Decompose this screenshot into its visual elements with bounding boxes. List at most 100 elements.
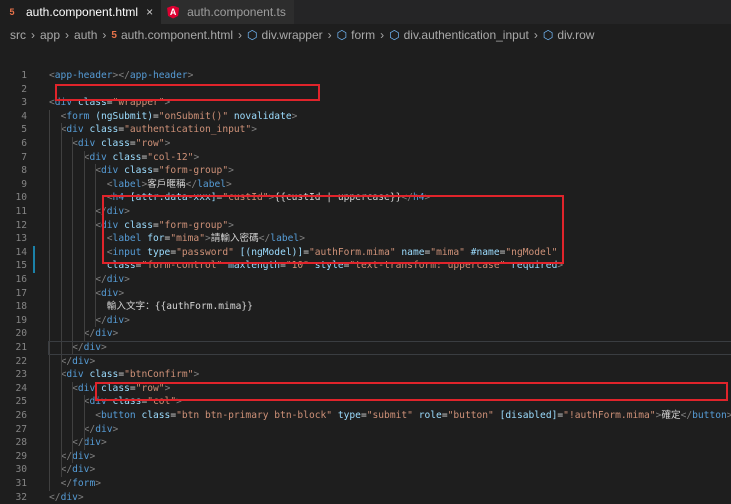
- breadcrumb-item[interactable]: div.wrapper: [262, 28, 323, 42]
- line-number: 26: [15, 410, 27, 421]
- code-line[interactable]: 26 <button class="btn btn-primary btn-bl…: [0, 409, 731, 423]
- code-text: </form>: [60, 478, 102, 489]
- line-number: 22: [15, 355, 27, 367]
- line-number: 23: [15, 369, 27, 381]
- line-number: 7: [21, 151, 27, 163]
- chevron-right-icon: ›: [533, 28, 538, 42]
- line-number: 15: [15, 260, 27, 272]
- chevron-right-icon: ›: [238, 28, 243, 42]
- code-text: <label>客戶暱稱</label>: [106, 178, 232, 190]
- line-number: 24: [15, 382, 27, 394]
- tab-bar: 5 auth.component.html × A auth.component…: [0, 0, 731, 24]
- line-number: 9: [21, 178, 27, 190]
- code-line[interactable]: 18 輸入文字：{{authForm.mima}}: [0, 300, 731, 314]
- code-line[interactable]: 27 </div>: [0, 423, 731, 437]
- cube-icon: ⬡: [336, 28, 348, 42]
- line-number: 2: [21, 83, 27, 95]
- line-number: 3: [21, 97, 27, 109]
- annotation-box: [102, 195, 564, 264]
- git-change-marker[interactable]: [33, 245, 35, 273]
- chevron-right-icon: ›: [380, 28, 385, 42]
- line-number: 20: [15, 328, 27, 340]
- code-line[interactable]: 6 <div class="row">: [0, 137, 731, 151]
- chevron-right-icon: ›: [327, 28, 332, 42]
- line-number: 13: [15, 233, 27, 245]
- line-number: 28: [15, 437, 27, 449]
- code-line[interactable]: 17 <div>: [0, 287, 731, 301]
- breadcrumb-item[interactable]: div.authentication_input: [404, 28, 529, 42]
- line-number: 11: [15, 206, 27, 217]
- code-text: <div class="btnConfirm">: [60, 369, 200, 381]
- breadcrumb-item[interactable]: src: [10, 28, 26, 42]
- line-number: 10: [15, 192, 27, 204]
- breadcrumb-item[interactable]: form: [351, 28, 375, 42]
- angular-icon: A: [167, 5, 180, 19]
- line-number: 29: [15, 450, 27, 462]
- code-line[interactable]: 1 <app-header></app-header>: [0, 69, 731, 83]
- tab-auth-component-ts[interactable]: A auth.component.ts: [161, 0, 294, 24]
- line-number: 27: [15, 423, 27, 435]
- code-text: </div>: [49, 491, 84, 503]
- indent-guide: [60, 123, 62, 477]
- code-line[interactable]: 8 <div class="form-group">: [0, 164, 731, 178]
- code-text: <form (ngSubmit)="onSubmit()" novalidate…: [60, 110, 298, 122]
- code-text: </div>: [60, 464, 96, 476]
- line-number: 1: [21, 70, 27, 81]
- current-line-highlight: [48, 341, 731, 355]
- line-number: 5: [21, 124, 27, 136]
- code-text: <div class="authentication_input">: [60, 124, 257, 136]
- close-icon[interactable]: ×: [146, 5, 153, 19]
- code-line[interactable]: 23 <div class="btnConfirm">: [0, 368, 731, 382]
- cube-icon: ⬡: [389, 28, 400, 42]
- annotation-box: [55, 84, 320, 101]
- code-line[interactable]: 7 <div class="col-12">: [0, 151, 731, 165]
- chevron-right-icon: ›: [31, 28, 35, 42]
- code-line[interactable]: 5 <div class="authentication_input">: [0, 123, 731, 137]
- html5-icon: 5: [9, 7, 15, 17]
- code-line[interactable]: 32 </div>: [0, 491, 731, 504]
- line-number: 31: [15, 478, 27, 489]
- tab-label: auth.component.html: [26, 5, 139, 19]
- code-line[interactable]: 29 </div>: [0, 450, 731, 464]
- code-line[interactable]: 22 </div>: [0, 355, 731, 369]
- code-text: </div>: [72, 437, 107, 449]
- breadcrumb-item[interactable]: auth.component.html: [121, 28, 233, 42]
- code-text: </div>: [60, 355, 96, 367]
- line-number: 21: [15, 342, 27, 353]
- tab-auth-component-html[interactable]: 5 auth.component.html ×: [0, 0, 162, 24]
- html5-icon: 5: [111, 29, 117, 41]
- code-text: 輸入文字：{{authForm.mima}}: [106, 301, 253, 313]
- breadcrumb-item[interactable]: auth: [74, 28, 97, 42]
- code-line[interactable]: 20 </div>: [0, 327, 731, 341]
- code-line[interactable]: 4 <form (ngSubmit)="onSubmit()" novalida…: [0, 110, 731, 124]
- indent-guide: [49, 109, 50, 491]
- code-line[interactable]: 19 </div>: [0, 314, 731, 328]
- breadcrumb: src › app › auth › 5 auth.component.html…: [0, 24, 731, 46]
- line-number: 19: [15, 314, 27, 326]
- annotation-box: [95, 382, 728, 401]
- indent-guide: [83, 150, 85, 341]
- line-number: 12: [15, 219, 27, 231]
- indent-guide: [72, 137, 74, 355]
- line-number: 30: [15, 464, 27, 476]
- cube-icon: ⬡: [247, 28, 258, 42]
- code-line[interactable]: 28 </div>: [0, 436, 731, 450]
- code-line[interactable]: 9 <label>客戶暱稱</label>: [0, 178, 731, 192]
- code-line[interactable]: 31 </form>: [0, 477, 731, 491]
- line-number: 8: [21, 165, 27, 177]
- line-number: 25: [15, 396, 27, 408]
- tab-label: auth.component.ts: [187, 5, 286, 19]
- indent-guide: [83, 395, 85, 450]
- chevron-right-icon: ›: [102, 28, 107, 42]
- line-number: 16: [15, 274, 27, 285]
- code-line[interactable]: 16 </div>: [0, 273, 731, 287]
- code-line[interactable]: 30 </div>: [0, 463, 731, 477]
- line-number: 32: [15, 491, 27, 503]
- breadcrumb-item[interactable]: div.row: [557, 28, 594, 42]
- indent-guide: [72, 381, 74, 464]
- line-number: 17: [15, 287, 27, 299]
- code-text: <button class="btn btn-primary btn-block…: [95, 410, 731, 421]
- breadcrumb-item[interactable]: app: [40, 28, 60, 42]
- code-text: <div class="row">: [72, 138, 171, 149]
- line-number: 6: [21, 138, 27, 149]
